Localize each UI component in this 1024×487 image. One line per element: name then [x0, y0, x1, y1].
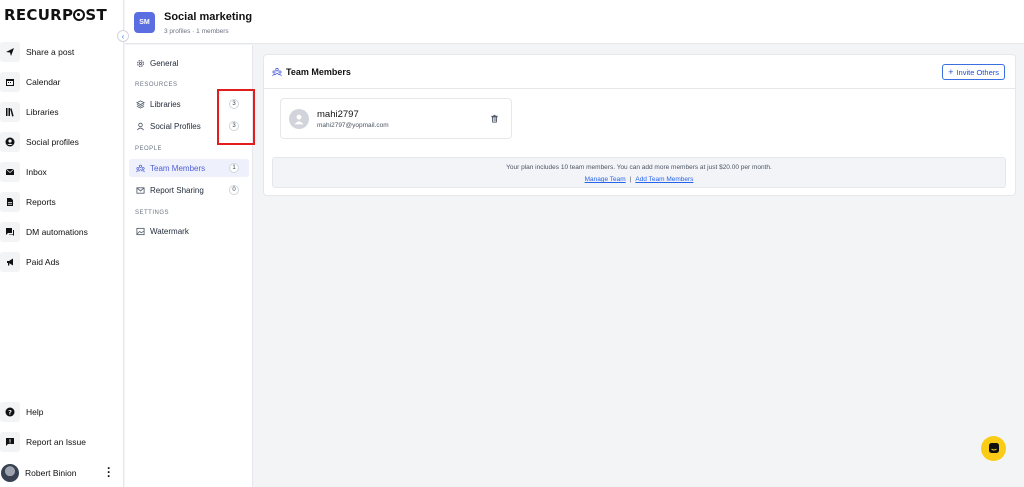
section-settings: SETTINGS — [135, 210, 170, 216]
recurpost-logo[interactable]: RECURP ST — [4, 6, 107, 24]
chat-widget-button[interactable] — [981, 436, 1006, 461]
nav-inbox[interactable]: Inbox — [0, 161, 123, 183]
image-icon — [135, 226, 145, 236]
team-icon — [135, 163, 145, 173]
plus-icon: + — [948, 67, 954, 77]
workspace-badge[interactable]: SM — [134, 12, 155, 33]
megaphone-icon — [0, 252, 20, 272]
manage-team-link[interactable]: Manage Team — [585, 176, 626, 183]
calendar-icon — [0, 72, 20, 92]
settings-item-team-members[interactable]: Team Members 1 — [129, 159, 249, 177]
workspace-title: Social marketing — [164, 11, 253, 23]
help-icon: ? — [0, 402, 20, 422]
plan-info-box: Your plan includes 10 team members. You … — [272, 157, 1006, 188]
nav-report-issue[interactable]: Report an Issue — [0, 431, 123, 453]
panel-title: Team Members — [286, 67, 351, 77]
main-sidebar: RECURP ST Share a post Calendar Libraries… — [0, 0, 124, 487]
nav-libraries[interactable]: Libraries — [0, 101, 123, 123]
nav-paid-ads[interactable]: Paid Ads — [0, 251, 123, 273]
nav-help[interactable]: ? Help — [0, 401, 123, 423]
nav-reports[interactable]: Reports — [0, 191, 123, 213]
section-resources: RESOURCES — [135, 82, 178, 88]
user-profile[interactable]: Robert Binion · · · — [0, 462, 123, 484]
settings-item-general[interactable]: General — [129, 54, 249, 72]
nav-calendar[interactable]: Calendar — [0, 71, 123, 93]
profile-icon — [0, 132, 20, 152]
team-icon — [272, 67, 282, 77]
workspace-header: SM Social marketing 3 profiles · 1 membe… — [125, 0, 1024, 44]
nav-dm-automations[interactable]: DM automations — [0, 221, 123, 243]
collapse-sidebar-icon[interactable]: ‹ — [117, 30, 129, 42]
gear-icon — [135, 58, 145, 68]
highlight-annotation — [217, 89, 255, 145]
trash-icon[interactable] — [490, 114, 499, 123]
add-team-members-link[interactable]: Add Team Members — [635, 176, 693, 183]
team-members-count-badge: 1 — [229, 163, 239, 173]
chat-icon — [0, 222, 20, 242]
settings-item-report-sharing[interactable]: Report Sharing 0 — [129, 181, 249, 199]
email-icon — [135, 185, 145, 195]
reports-icon — [0, 192, 20, 212]
workspace-subtitle: 3 profiles · 1 members — [164, 28, 229, 35]
send-icon — [0, 42, 20, 62]
more-options-icon[interactable]: · · · — [106, 462, 112, 482]
settings-item-watermark[interactable]: Watermark — [129, 222, 249, 240]
nav-share-a-post[interactable]: Share a post — [0, 41, 123, 63]
panel-header: Team Members + Invite Others — [264, 55, 1015, 89]
member-avatar — [289, 109, 309, 129]
invite-others-button[interactable]: + Invite Others — [942, 64, 1005, 80]
report-icon — [0, 432, 20, 452]
user-icon — [135, 121, 145, 131]
section-people: PEOPLE — [135, 146, 163, 152]
team-members-panel: Team Members + Invite Others mahi2797 mah… — [263, 54, 1016, 196]
svg-text:?: ? — [8, 408, 12, 416]
libraries-icon — [0, 102, 20, 122]
layers-icon — [135, 99, 145, 109]
report-sharing-count-badge: 0 — [229, 185, 239, 195]
member-name: mahi2797 — [317, 109, 359, 120]
inbox-icon — [0, 162, 20, 182]
member-card: mahi2797 mahi2797@yopmail.com — [280, 98, 512, 139]
logo-o-mark — [73, 9, 86, 21]
nav-social-profiles[interactable]: Social profiles — [0, 131, 123, 153]
avatar — [1, 464, 19, 482]
plan-links: Manage Team | Add Team Members — [584, 176, 694, 183]
chat-bubble-icon — [988, 442, 1000, 456]
member-email: mahi2797@yopmail.com — [317, 122, 389, 129]
plan-info-text: Your plan includes 10 team members. You … — [506, 164, 772, 171]
